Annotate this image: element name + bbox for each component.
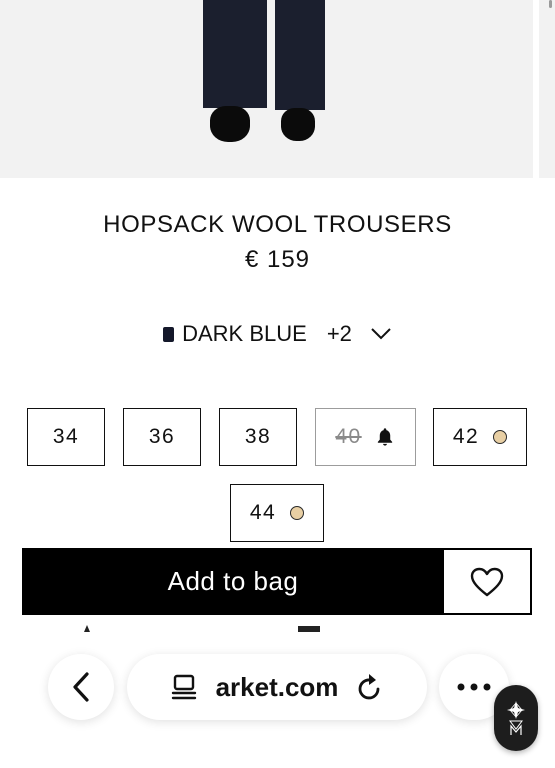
size-label: 42 [452, 425, 480, 448]
content-peek-icon [84, 625, 90, 632]
size-button-34[interactable]: 34 [27, 408, 105, 466]
add-to-bag-button[interactable]: Add to bag [22, 548, 444, 615]
assistant-button[interactable] [494, 685, 538, 751]
product-price: € 159 [244, 246, 311, 273]
chevron-down-icon [371, 328, 391, 340]
bell-icon [377, 428, 392, 446]
url-text[interactable]: arket.com [216, 672, 339, 703]
size-button-42[interactable]: 42 [433, 408, 527, 466]
low-stock-dot-icon [493, 430, 508, 444]
more-colors-count: +2 [326, 321, 352, 346]
size-label: 36 [148, 425, 176, 448]
trouser-right-leg [275, 0, 325, 110]
size-button-36[interactable]: 36 [123, 408, 201, 466]
left-shoe [210, 106, 250, 142]
chevron-left-icon [73, 672, 89, 702]
product-title: HOPSACK WOOL TROUSERS [103, 211, 452, 238]
size-label: 34 [52, 425, 80, 448]
color-swatch [163, 326, 175, 342]
size-label: 40 [335, 425, 362, 448]
scrollbar [549, 0, 552, 8]
back-button[interactable] [48, 654, 114, 720]
low-stock-dot-icon [290, 506, 305, 520]
size-label: 38 [244, 425, 272, 448]
trouser-left-leg [203, 0, 267, 108]
more-icon [457, 683, 491, 691]
assistant-icon [507, 701, 525, 735]
color-name: DARK BLUE [182, 321, 307, 346]
wishlist-button[interactable] [444, 550, 530, 613]
size-button-38[interactable]: 38 [219, 408, 297, 466]
address-bar[interactable]: arket.com [127, 654, 427, 720]
content-peek-icon [298, 626, 320, 632]
right-shoe [281, 108, 315, 141]
size-button-44[interactable]: 44 [230, 484, 324, 542]
reload-icon[interactable] [356, 672, 384, 702]
next-image-peek[interactable] [539, 0, 555, 178]
reader-icon[interactable] [170, 673, 198, 701]
size-button-40[interactable]: 40 [315, 408, 416, 466]
add-to-bag-bar: Add to bag [22, 548, 532, 615]
product-image[interactable] [0, 0, 533, 178]
size-label: 44 [249, 501, 277, 524]
color-selector[interactable]: DARK BLUE +2 [0, 321, 555, 347]
heart-icon [470, 567, 504, 596]
